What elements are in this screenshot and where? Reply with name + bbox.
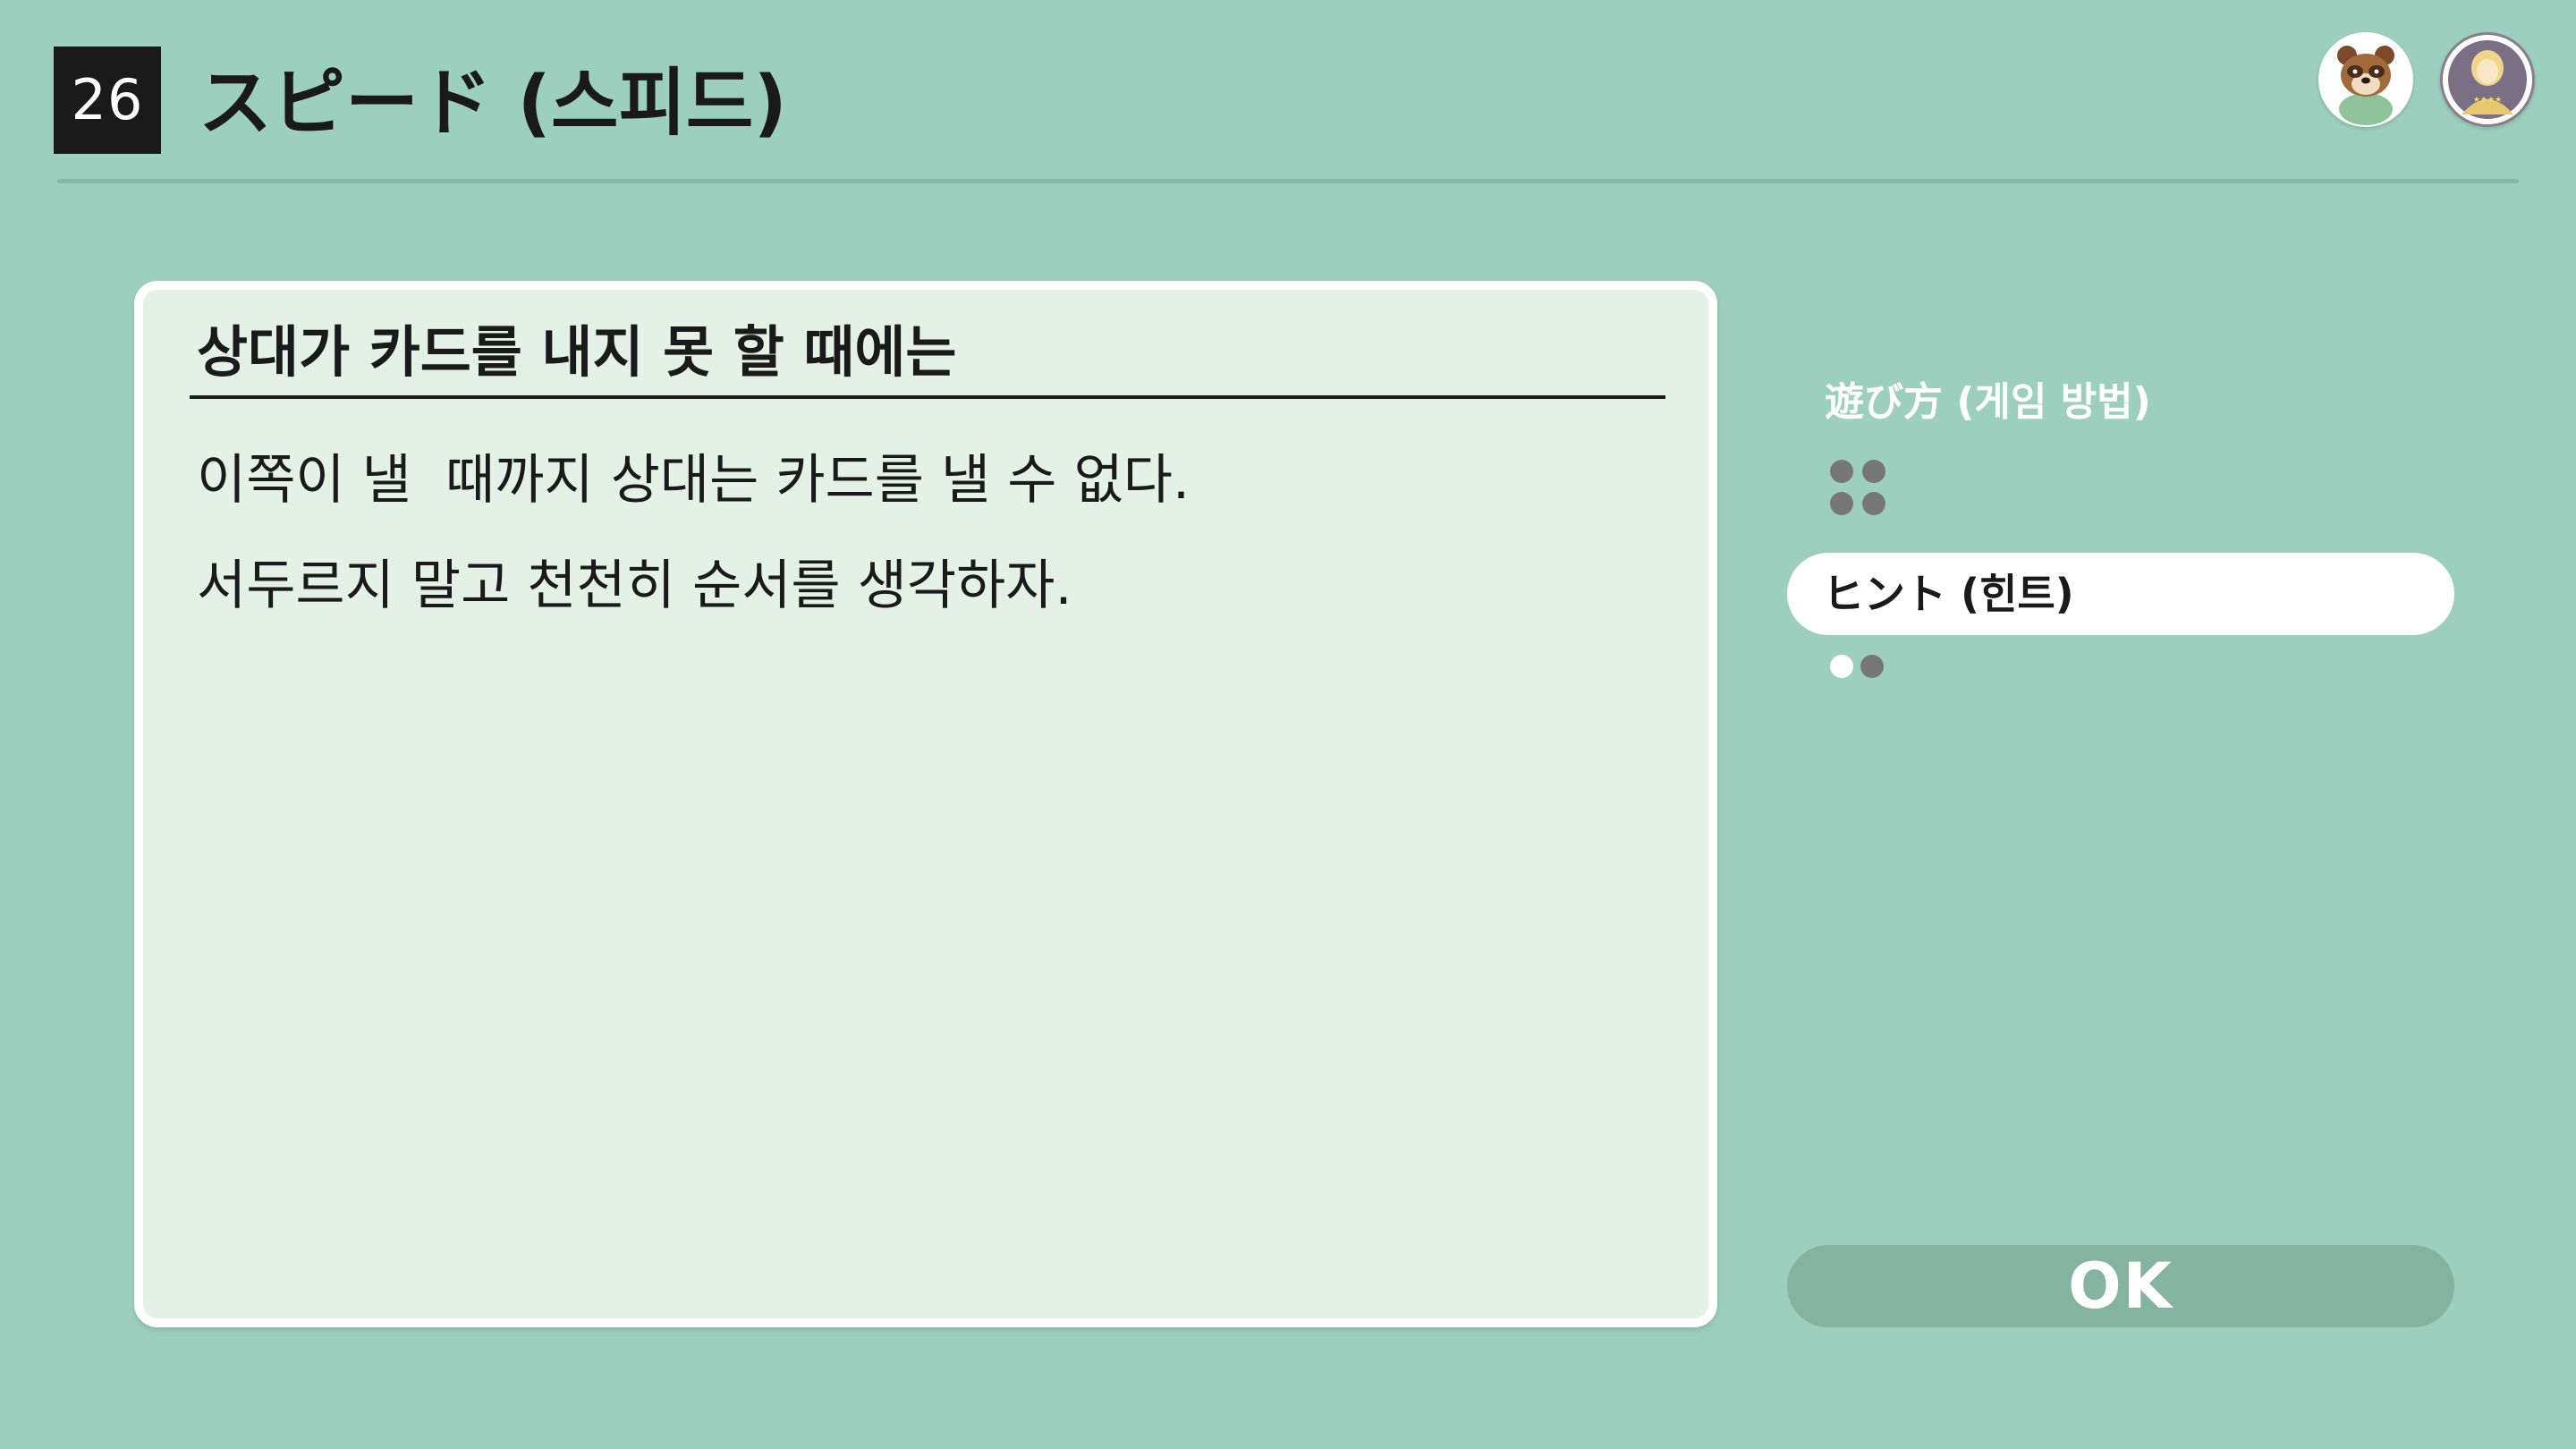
game-number-badge: 26: [54, 47, 161, 154]
game-guide-screen: 26 スピード (스피드) ★★★★ 상대가 카드를 내지 못 할 때에는 이쪽…: [0, 0, 2576, 1449]
user-avatar-icon: ★★★★: [2440, 32, 2535, 127]
hint-text-line: 이쪽이 낼 때까지 상대는 카드를 낼 수 없다.: [197, 449, 1191, 512]
page-dot-active: [1830, 655, 1853, 678]
panel-heading-underline: [190, 395, 1665, 399]
page-dot: [1830, 492, 1853, 515]
page-dot: [1830, 460, 1853, 483]
page-dot: [1862, 460, 1885, 483]
page-dot: [1862, 492, 1885, 515]
menu-item-hint[interactable]: ヒント (힌트): [1787, 553, 2454, 635]
svg-text:★★★★: ★★★★: [2473, 96, 2502, 105]
ok-button-label: OK: [2068, 1250, 2174, 1323]
hint-content-panel: 상대가 카드를 내지 못 할 때에는 이쪽이 낼 때까지 상대는 카드를 낼 수…: [134, 281, 1717, 1327]
page-title: スピード (스피드): [199, 61, 787, 146]
menu-item-how-to-play[interactable]: 遊び方 (게임 방법): [1825, 367, 2151, 438]
ok-button[interactable]: OK: [1787, 1245, 2454, 1327]
tom-nook-avatar-icon: [2318, 32, 2413, 127]
panel-heading: 상대가 카드를 내지 못 할 때에는: [197, 319, 957, 385]
header-divider: [57, 179, 2519, 183]
hint-text-line: 서두르지 말고 천천히 순서를 생각하자.: [197, 555, 1072, 617]
menu-item-hint-label: ヒント (힌트): [1823, 570, 2074, 618]
page-dot: [1860, 655, 1884, 678]
hint-page-indicator: [1830, 655, 1887, 680]
how-to-play-pages-icon: [1830, 460, 1887, 517]
